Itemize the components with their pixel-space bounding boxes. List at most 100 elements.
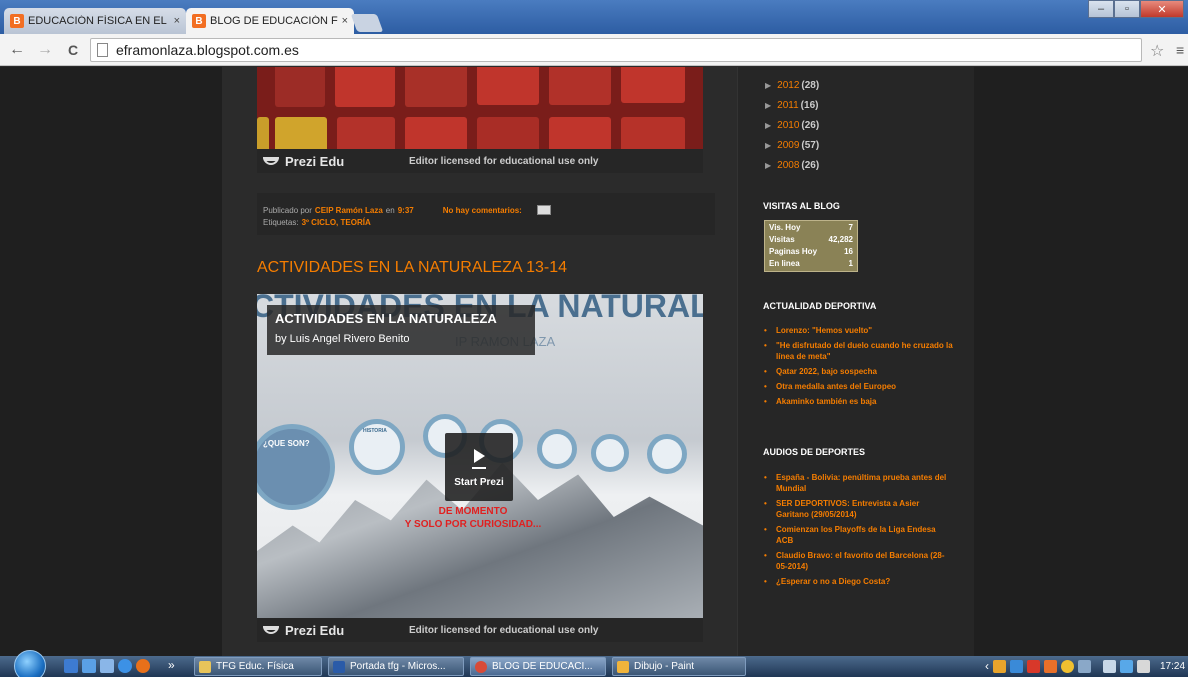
prezi-embed-main[interactable]: CTIVIDADES EN LA NATURALEZ IP RAMON LAZA… xyxy=(257,294,703,618)
window-close-icon[interactable]: ✕ xyxy=(1140,0,1184,18)
tab-close-icon[interactable]: × xyxy=(342,15,348,27)
explorer-icon[interactable] xyxy=(100,659,114,673)
archive-item[interactable]: ▶ 2009 (57) xyxy=(765,135,819,155)
actualidad-list: Lorenzo: "Hemos vuelto" "He disfrutado d… xyxy=(764,325,954,411)
list-item[interactable]: "He disfrutado del duelo cuando he cruza… xyxy=(764,340,954,362)
archive-year[interactable]: 2008 xyxy=(777,160,799,171)
list-item[interactable]: Otra medalla antes del Europeo xyxy=(764,381,954,392)
start-button[interactable] xyxy=(14,650,46,677)
prezi-logo[interactable]: Prezi Edu xyxy=(263,623,409,638)
list-item[interactable]: Qatar 2022, bajo sospecha xyxy=(764,366,954,377)
new-tab-button[interactable] xyxy=(350,14,384,32)
email-post-icon[interactable] xyxy=(536,205,551,215)
window-controls: – ▫ ✕ xyxy=(1088,0,1184,18)
forward-icon[interactable]: → xyxy=(34,41,56,59)
maximize-icon[interactable]: ▫ xyxy=(1114,0,1140,18)
paint-icon xyxy=(617,660,629,673)
labels-prefix: Etiquetas: xyxy=(263,217,299,227)
visits-row: Paginas Hoy 16 xyxy=(769,247,853,259)
tray-chevron-icon[interactable]: ‹ xyxy=(985,659,989,673)
switch-windows-icon[interactable] xyxy=(82,659,96,673)
quicklaunch-chevron-icon[interactable]: » xyxy=(168,658,175,672)
chrome-icon xyxy=(475,660,487,673)
tray-app-icon[interactable] xyxy=(1044,659,1057,673)
archive-year[interactable]: 2012 xyxy=(777,80,799,91)
visits-value: 16 xyxy=(844,247,853,256)
tab-title: BLOG DE EDUCACIÓN FÍSI xyxy=(210,15,338,27)
archive-year[interactable]: 2011 xyxy=(777,100,799,111)
show-desktop-icon[interactable] xyxy=(64,659,78,673)
historia-label: HISTORIA xyxy=(363,428,387,434)
tray-app-icon[interactable] xyxy=(993,659,1006,673)
clock[interactable]: 17:24 xyxy=(1160,661,1185,672)
internet-explorer-icon[interactable] xyxy=(118,659,132,673)
taskbar-button-paint[interactable]: Dibujo - Paint xyxy=(612,657,746,676)
archive-item[interactable]: ▶ 2011 (16) xyxy=(765,95,819,115)
blog-archive: ▶ 2012 (28) ▶ 2011 (16) ▶ 2010 (26) ▶ 20… xyxy=(765,67,819,175)
archive-item[interactable]: ▶ 2012 (28) xyxy=(765,75,819,95)
list-item[interactable]: ¿Esperar o no a Diego Costa? xyxy=(764,576,954,587)
tab-educacion-fisica[interactable]: B EDUCACIÓN FÍSICA EN EL × xyxy=(4,8,186,34)
network-icon[interactable] xyxy=(1120,659,1133,673)
archive-year[interactable]: 2009 xyxy=(777,140,799,151)
tray-app-icon[interactable] xyxy=(1010,659,1023,673)
minimize-icon[interactable]: – xyxy=(1088,0,1114,18)
post-footer: Publicado por CEIP Ramón Laza en 9:37 No… xyxy=(257,193,715,235)
taskbar-button-tfg[interactable]: TFG Educ. Física xyxy=(194,657,322,676)
comments-link[interactable]: No hay comentarios: xyxy=(443,206,522,215)
archive-item[interactable]: ▶ 2008 (26) xyxy=(765,155,819,175)
tray-app-icon[interactable] xyxy=(1027,659,1040,673)
volume-icon[interactable] xyxy=(1137,659,1150,673)
tray-app-icon[interactable] xyxy=(1061,659,1074,673)
page-gutter-right xyxy=(974,67,1188,656)
labels-links[interactable]: 3º CICLO, TEORÍA xyxy=(302,218,371,227)
blog-page: Prezi Edu Editor licensed for educationa… xyxy=(0,67,1188,656)
prezi-license-note: Editor licensed for educational use only xyxy=(409,155,599,167)
taskbar-button-chrome[interactable]: BLOG DE EDUCACI... xyxy=(470,657,606,676)
tab-close-icon[interactable]: × xyxy=(174,15,180,27)
address-bar[interactable]: eframonlaza.blogspot.com.es xyxy=(90,38,1142,62)
prezi-logo-text: Prezi Edu xyxy=(285,622,345,638)
start-prezi-button[interactable]: Start Prezi xyxy=(445,433,513,501)
author-link[interactable]: CEIP Ramón Laza xyxy=(315,206,383,215)
archive-count: (26) xyxy=(801,159,820,171)
archive-item[interactable]: ▶ 2010 (26) xyxy=(765,115,819,135)
tray-app-icon[interactable] xyxy=(1078,659,1091,673)
page-icon xyxy=(97,43,108,57)
list-item[interactable]: Comienzan los Playoffs de la Liga Endesa… xyxy=(764,524,954,546)
page-gutter-left xyxy=(0,67,222,656)
prezi-red-text-2: Y SOLO POR CURIOSIDAD... xyxy=(404,519,542,530)
expand-triangle-icon[interactable]: ▶ xyxy=(765,101,771,110)
post-time-link[interactable]: 9:37 xyxy=(398,206,414,215)
visits-counter: Vis. Hoy 7 Visitas 42,282 Paginas Hoy 16 En… xyxy=(764,220,858,272)
prezi-info-box: ACTIVIDADES EN LA NATURALEZA by Luis Ang… xyxy=(267,305,535,355)
tab-blog-educacion-fisica[interactable]: B BLOG DE EDUCACIÓN FÍSI × xyxy=(186,8,354,34)
archive-year[interactable]: 2010 xyxy=(777,120,799,131)
list-item[interactable]: Claudio Bravo: el favorito del Barcelona… xyxy=(764,550,954,572)
blogger-icon: B xyxy=(10,14,24,28)
list-item[interactable]: Akaminko también es baja xyxy=(764,396,954,407)
expand-triangle-icon[interactable]: ▶ xyxy=(765,81,771,90)
expand-triangle-icon[interactable]: ▶ xyxy=(765,141,771,150)
list-item[interactable]: SER DEPORTIVOS: Entrevista a Asier Garit… xyxy=(764,498,954,520)
post-title[interactable]: ACTIVIDADES EN LA NATURALEZA 13-14 xyxy=(257,259,567,277)
reload-icon[interactable]: C xyxy=(62,42,84,58)
archive-count: (16) xyxy=(800,99,819,111)
expand-triangle-icon[interactable]: ▶ xyxy=(765,121,771,130)
visits-value: 7 xyxy=(848,223,853,232)
taskbar-button-word[interactable]: Portada tfg - Micros... xyxy=(328,657,464,676)
firefox-icon[interactable] xyxy=(136,659,150,673)
prezi-bar-top: Prezi Edu Editor licensed for educationa… xyxy=(257,149,703,173)
list-item[interactable]: España - Bolivia: penúltima prueba antes… xyxy=(764,472,954,494)
prezi-bar-main: Prezi Edu Editor licensed for educationa… xyxy=(257,618,703,642)
flag-icon[interactable] xyxy=(1103,659,1116,673)
back-icon[interactable]: ← xyxy=(6,41,28,59)
expand-triangle-icon[interactable]: ▶ xyxy=(765,161,771,170)
prezi-author: by Luis Angel Rivero Benito xyxy=(275,333,410,345)
menu-icon[interactable]: ≡ xyxy=(1176,42,1184,58)
tab-strip: B EDUCACIÓN FÍSICA EN EL × B BLOG DE EDU… xyxy=(0,0,1188,34)
url-text: eframonlaza.blogspot.com.es xyxy=(116,42,299,58)
list-item[interactable]: Lorenzo: "Hemos vuelto" xyxy=(764,325,954,336)
bookmark-star-icon[interactable]: ☆ xyxy=(1150,41,1164,61)
prezi-logo[interactable]: Prezi Edu xyxy=(263,154,409,169)
